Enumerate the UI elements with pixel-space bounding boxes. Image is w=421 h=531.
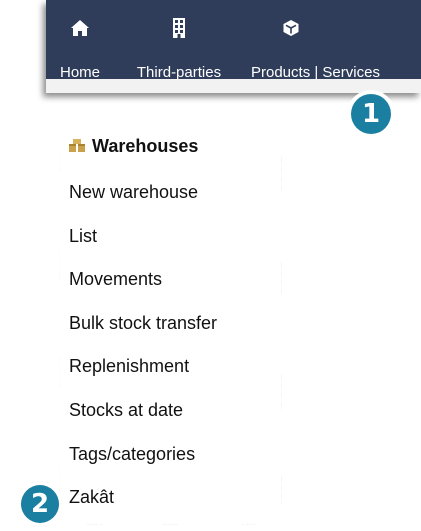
nav-products-services-label: Products | Services bbox=[251, 64, 380, 79]
menu-item-stocks-at-date[interactable]: Stocks at date bbox=[69, 400, 183, 421]
nav-home[interactable]: Home bbox=[56, 0, 104, 81]
boxes-icon bbox=[68, 137, 86, 158]
menu-item-replenishment[interactable]: Replenishment bbox=[69, 356, 189, 377]
menu-item-list[interactable]: List bbox=[69, 226, 97, 247]
menu-item-tags-categories[interactable]: Tags/categories bbox=[69, 444, 195, 465]
menu-item-zakat[interactable]: Zakât bbox=[69, 487, 114, 508]
building-icon bbox=[122, 18, 236, 38]
top-navigation-bar: Home Third-parties Products | Services bbox=[46, 0, 421, 93]
nav-products-services[interactable]: Products | Services bbox=[251, 0, 421, 79]
menu-item-new-warehouse[interactable]: New warehouse bbox=[69, 182, 198, 203]
step-marker-1: 1 bbox=[351, 94, 391, 134]
nav-third-parties[interactable]: Third-parties bbox=[122, 0, 236, 81]
warehouses-dropdown-menu: Warehouses New warehouse List Movements … bbox=[59, 128, 282, 525]
cube-icon bbox=[251, 18, 331, 38]
menu-item-movements[interactable]: Movements bbox=[69, 269, 162, 290]
menu-title-text: Warehouses bbox=[92, 136, 199, 156]
menu-item-bulk-stock-transfer[interactable]: Bulk stock transfer bbox=[69, 313, 217, 334]
home-icon bbox=[56, 18, 104, 38]
nav-bottom-strip bbox=[46, 79, 421, 93]
step-marker-2: 2 bbox=[21, 485, 59, 523]
menu-title: Warehouses bbox=[68, 136, 198, 158]
